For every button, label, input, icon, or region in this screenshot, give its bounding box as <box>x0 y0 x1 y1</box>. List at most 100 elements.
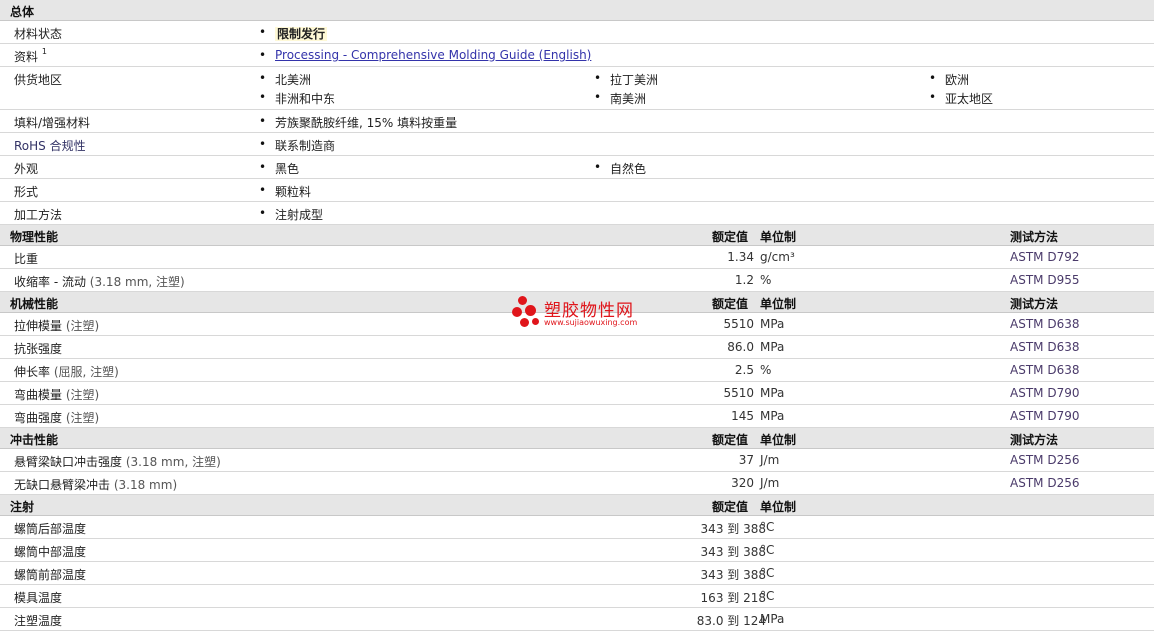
section-header-general: 总体 <box>0 0 1154 21</box>
section-title: 机械性能 <box>10 297 59 311</box>
bullet-item: 芳族聚酰胺纤维, 15% 填料按重量 <box>259 114 457 131</box>
property-unit: g/cm³ <box>760 250 795 264</box>
property-unit: °C <box>760 543 775 557</box>
section-title: 物理性能 <box>10 230 59 244</box>
property-value: 1.2 <box>734 273 754 287</box>
test-method-header: 测试方法 <box>1010 297 1059 311</box>
unit-header: 单位制 <box>760 500 797 514</box>
property-label: 抗张强度 <box>14 342 63 356</box>
test-method-header: 测试方法 <box>1010 230 1059 244</box>
nominal-header: 额定值 <box>712 230 749 244</box>
row-label: 形式 <box>14 185 39 199</box>
property-unit: % <box>760 363 772 377</box>
property-value: 1.34 <box>727 250 754 264</box>
table-row: 无缺口悬臂梁冲击 (3.18 mm) 320 J/m ASTM D256 <box>0 472 1154 495</box>
region-asia-pacific: 亚太地区 <box>929 90 993 107</box>
property-value: 343 到 388 <box>700 545 766 559</box>
property-label: 模具温度 <box>14 591 63 605</box>
section-title: 冲击性能 <box>10 433 59 447</box>
row-processing-method: 加工方法 注射成型 <box>0 202 1154 225</box>
table-row: 比重 1.34 g/cm³ ASTM D792 <box>0 246 1154 269</box>
test-method[interactable]: ASTM D790 <box>1010 386 1079 400</box>
property-label: 弯曲强度 (注塑) <box>14 411 100 425</box>
row-appearance: 外观 黑色 自然色 <box>0 156 1154 179</box>
bullet-item: 限制发行 <box>259 25 328 42</box>
row-label: 供货地区 <box>14 73 63 87</box>
table-row: 模具温度 163 到 218 °C <box>0 585 1154 608</box>
footnote-marker: 1 <box>41 47 47 56</box>
section-title: 注射 <box>10 500 35 514</box>
row-label: 加工方法 <box>14 208 63 222</box>
bullet-item: Processing - Comprehensive Molding Guide… <box>259 48 591 62</box>
processing-guide-link[interactable]: Processing - Comprehensive Molding Guide… <box>275 48 591 62</box>
property-unit: MPa <box>760 340 785 354</box>
bullet-item: 注射成型 <box>259 206 323 223</box>
property-unit: % <box>760 273 772 287</box>
table-row: 螺筒中部温度 343 到 388 °C <box>0 539 1154 562</box>
table-row: 悬臂梁缺口冲击强度 (3.18 mm, 注塑) 37 J/m ASTM D256 <box>0 449 1154 472</box>
property-value: 343 到 388 <box>700 522 766 536</box>
test-method[interactable]: ASTM D955 <box>1010 273 1079 287</box>
section-header-impact: 冲击性能 额定值 单位制 测试方法 <box>0 428 1154 449</box>
property-label: 收缩率 - 流动 (3.18 mm, 注塑) <box>14 275 185 289</box>
test-method[interactable]: ASTM D638 <box>1010 363 1079 377</box>
property-value: 145 <box>731 409 754 423</box>
table-row: 注塑温度 83.0 到 124 MPa <box>0 608 1154 631</box>
table-row: 螺筒前部温度 343 到 388 °C <box>0 562 1154 585</box>
property-label: 伸长率 (屈服, 注塑) <box>14 365 119 379</box>
row-label: 外观 <box>14 162 39 176</box>
unit-header: 单位制 <box>760 230 797 244</box>
property-label: 拉伸模量 (注塑) <box>14 319 100 333</box>
table-row: 螺筒后部温度 343 到 388 °C <box>0 516 1154 539</box>
property-label: 悬臂梁缺口冲击强度 (3.18 mm, 注塑) <box>14 455 221 469</box>
region-europe: 欧洲 <box>929 71 969 88</box>
property-condition: (注塑) <box>65 388 100 402</box>
test-method[interactable]: ASTM D792 <box>1010 250 1079 264</box>
property-label: 螺筒中部温度 <box>14 545 87 559</box>
property-condition: (注塑) <box>65 319 100 333</box>
test-method-header: 测试方法 <box>1010 433 1059 447</box>
region-south-america: 南美洲 <box>594 90 646 107</box>
region-north-america: 北美洲 <box>259 71 311 88</box>
row-rohs: RoHS 合规性 联系制造商 <box>0 133 1154 156</box>
property-value: 163 到 218 <box>700 591 766 605</box>
property-label: 弯曲模量 (注塑) <box>14 388 100 402</box>
logo-dot-icon <box>532 318 539 325</box>
property-value: 83.0 到 124 <box>696 614 766 628</box>
property-label: 比重 <box>14 252 39 266</box>
test-method[interactable]: ASTM D790 <box>1010 409 1079 423</box>
property-condition: (3.18 mm, 注塑) <box>125 455 221 469</box>
row-availability: 供货地区 北美洲 拉丁美洲 欧洲 非洲和中东 南美洲 亚太地区 <box>0 67 1154 110</box>
property-condition: (屈服, 注塑) <box>53 365 119 379</box>
bullet-item: 黑色 <box>259 160 299 177</box>
restricted-badge: 限制发行 <box>275 27 328 41</box>
bullet-item: 自然色 <box>594 160 646 177</box>
watermark-logo: 塑胶物性网 www.sujiaowuxing.com <box>512 294 652 334</box>
row-documents: 资料 1 Processing - Comprehensive Molding … <box>0 44 1154 67</box>
rohs-label[interactable]: RoHS 合规性 <box>14 137 86 154</box>
region-africa-middle-east: 非洲和中东 <box>259 90 335 107</box>
property-label: 螺筒前部温度 <box>14 568 87 582</box>
logo-dot-icon <box>512 307 522 317</box>
test-method[interactable]: ASTM D638 <box>1010 340 1079 354</box>
row-label: 资料 1 <box>14 47 47 64</box>
nominal-header: 额定值 <box>712 433 749 447</box>
unit-header: 单位制 <box>760 433 797 447</box>
table-row: 弯曲模量 (注塑) 5510 MPa ASTM D790 <box>0 382 1154 405</box>
nominal-header: 额定值 <box>712 500 749 514</box>
test-method[interactable]: ASTM D638 <box>1010 317 1079 331</box>
property-unit: MPa <box>760 612 785 626</box>
property-value: 2.5 <box>734 363 754 377</box>
property-unit: MPa <box>760 317 785 331</box>
table-row: 抗张强度 86.0 MPa ASTM D638 <box>0 336 1154 359</box>
property-unit: MPa <box>760 386 785 400</box>
row-filler: 填料/增强材料 芳族聚酰胺纤维, 15% 填料按重量 <box>0 110 1154 133</box>
row-material-status: 材料状态 限制发行 <box>0 21 1154 44</box>
row-label: 填料/增强材料 <box>14 116 91 130</box>
logo-dot-icon <box>520 318 529 327</box>
property-value: 5510 <box>723 317 754 331</box>
bullet-item: 颗粒料 <box>259 183 311 200</box>
test-method[interactable]: ASTM D256 <box>1010 453 1079 467</box>
test-method[interactable]: ASTM D256 <box>1010 476 1079 490</box>
property-label: 无缺口悬臂梁冲击 (3.18 mm) <box>14 478 178 492</box>
